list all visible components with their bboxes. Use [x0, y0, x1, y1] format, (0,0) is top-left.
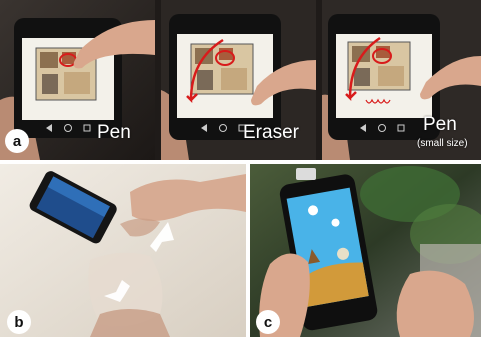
panel-label-a: a	[5, 129, 29, 153]
photo-c-image	[250, 164, 481, 337]
caption-pen: Pen	[97, 122, 131, 143]
panel-b: b	[0, 164, 246, 337]
photo-a3-pen-small: Pen (small size)	[322, 0, 481, 160]
panel-c: c	[250, 164, 481, 337]
photo-a1-pen: Pen a	[0, 0, 155, 160]
photo-a2-eraser: Eraser	[161, 0, 316, 160]
panel-label-b: b	[7, 310, 31, 334]
photo-a3-image	[322, 0, 481, 160]
photo-b-image	[0, 164, 246, 337]
panel-label-c: c	[256, 310, 280, 334]
caption-pen-small: Pen	[423, 114, 457, 135]
caption-small-size: (small size)	[417, 138, 468, 149]
caption-eraser: Eraser	[243, 122, 299, 143]
panel-a: Pen a Eraser Pen (small size)	[0, 0, 481, 160]
